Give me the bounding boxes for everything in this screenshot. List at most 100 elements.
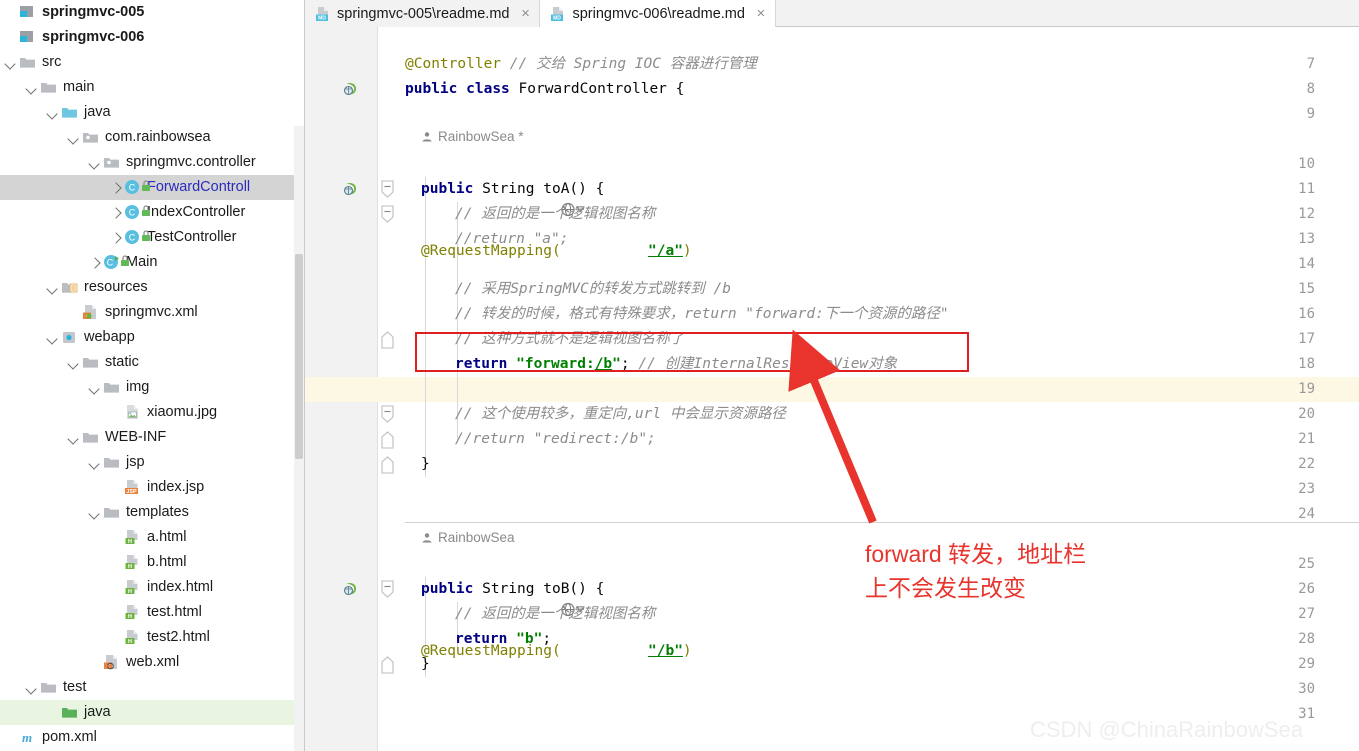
keyword-return: return bbox=[455, 356, 508, 372]
fold-collapse-icon[interactable] bbox=[381, 580, 394, 599]
tree-item-resources[interactable]: resources bbox=[0, 275, 304, 300]
fold-collapse-icon[interactable] bbox=[381, 405, 394, 424]
spring-mapping-icon[interactable] bbox=[343, 181, 359, 197]
chevron-right-icon[interactable] bbox=[88, 256, 101, 269]
svg-text:H: H bbox=[128, 639, 132, 645]
fold-end-icon[interactable] bbox=[381, 455, 394, 474]
close-icon[interactable]: × bbox=[755, 6, 767, 21]
chevron-right-icon[interactable] bbox=[109, 181, 122, 194]
code-line-22: } bbox=[421, 456, 430, 472]
keyword-class: class bbox=[466, 81, 510, 97]
tree-item-index-jsp[interactable]: JSP index.jsp bbox=[0, 475, 304, 500]
fold-collapse-icon[interactable] bbox=[381, 180, 394, 199]
editor-tab-bar[interactable]: MD springmvc-005\readme.md × MD springmvc-00… bbox=[305, 0, 1359, 27]
chevron-down-icon[interactable] bbox=[88, 156, 101, 169]
chevron-down-icon[interactable] bbox=[88, 506, 101, 519]
chevron-placeholder bbox=[109, 606, 122, 619]
markdown-icon: MD bbox=[315, 6, 331, 22]
chevron-down-icon[interactable] bbox=[67, 431, 80, 444]
fold-collapse-icon[interactable] bbox=[381, 205, 394, 224]
chevron-down-icon[interactable] bbox=[67, 356, 80, 369]
chevron-down-icon[interactable] bbox=[4, 56, 17, 69]
folder-grey-icon bbox=[103, 504, 121, 521]
tree-item-label: com.rainbowsea bbox=[105, 129, 211, 145]
web-xml-icon: < bbox=[103, 654, 121, 671]
tree-item-img[interactable]: img bbox=[0, 375, 304, 400]
tree-item-java[interactable]: java bbox=[0, 100, 304, 125]
tree-item-static[interactable]: static bbox=[0, 350, 304, 375]
tree-item-jsp[interactable]: jsp bbox=[0, 450, 304, 475]
module-icon bbox=[19, 29, 37, 46]
spring-mapping-icon[interactable] bbox=[343, 581, 359, 597]
tree-item-springmvc-006[interactable]: springmvc-006 bbox=[0, 25, 304, 50]
code-line-12: // 返回的是一个逻辑视图名称 bbox=[455, 206, 656, 222]
tree-item-test[interactable]: test bbox=[0, 675, 304, 700]
project-tree-list[interactable]: springmvc-005 springmvc-006 src main java com… bbox=[0, 0, 304, 750]
tree-item-com-rainbowsea[interactable]: com.rainbowsea bbox=[0, 125, 304, 150]
fold-end-icon[interactable] bbox=[381, 655, 394, 674]
keyword-public: public bbox=[421, 581, 474, 597]
tree-item-web-xml[interactable]: < web.xml bbox=[0, 650, 304, 675]
sidebar-scrollbar-track[interactable] bbox=[294, 126, 304, 751]
chevron-down-icon[interactable] bbox=[25, 81, 38, 94]
code-text-area[interactable]: @Controller // 交给 Spring IOC 容器进行管理 publ… bbox=[405, 27, 1359, 751]
tree-item-springmvc-xml[interactable]: < springmvc.xml bbox=[0, 300, 304, 325]
tree-item-index-html[interactable]: Hindex.html bbox=[0, 575, 304, 600]
chevron-down-icon[interactable] bbox=[46, 331, 59, 344]
tree-item-springmvc-005[interactable]: springmvc-005 bbox=[0, 0, 304, 25]
html-file-icon: H bbox=[124, 604, 142, 621]
chevron-right-icon[interactable] bbox=[109, 206, 122, 219]
editor-tab-2[interactable]: MD springmvc-006\readme.md × bbox=[540, 0, 776, 27]
tree-item-label: web.xml bbox=[126, 654, 180, 670]
fold-end-icon[interactable] bbox=[381, 430, 394, 449]
tree-item-label: templates bbox=[126, 504, 189, 520]
chevron-down-icon[interactable] bbox=[88, 456, 101, 469]
svg-text:m: m bbox=[22, 730, 32, 745]
close-icon[interactable]: × bbox=[519, 6, 531, 21]
annotation-label: forward 转发，地址栏 上不会发生改变 bbox=[865, 541, 1087, 601]
fold-end-icon[interactable] bbox=[381, 330, 394, 349]
tree-item-label: b.html bbox=[147, 554, 187, 570]
editor-tab-1[interactable]: MD springmvc-005\readme.md × bbox=[305, 0, 541, 27]
chevron-down-icon[interactable] bbox=[67, 131, 80, 144]
tree-item-templates[interactable]: templates bbox=[0, 500, 304, 525]
chevron-down-icon[interactable] bbox=[46, 281, 59, 294]
spring-bean-icon[interactable] bbox=[343, 81, 359, 97]
tree-item-test2-html[interactable]: Htest2.html bbox=[0, 625, 304, 650]
tree-item-a-html[interactable]: Ha.html bbox=[0, 525, 304, 550]
svg-text:C: C bbox=[129, 208, 136, 218]
code-line-18: return "forward:/b"; // 创建InternalResour… bbox=[455, 352, 897, 377]
chevron-down-icon[interactable] bbox=[25, 681, 38, 694]
tree-item-forwardcontroll[interactable]: C ForwardControll bbox=[0, 175, 304, 200]
project-tree-panel[interactable]: springmvc-005 springmvc-006 src main java com… bbox=[0, 0, 305, 751]
tree-item-main[interactable]: C Main bbox=[0, 250, 304, 275]
chevron-down-icon[interactable] bbox=[46, 106, 59, 119]
editor-body[interactable]: 7 8 9 10 11 12 13 14 15 16 17 18 19 20 21 22 23 24 25 26 27 2… bbox=[305, 27, 1359, 751]
tree-item-label: src bbox=[42, 54, 62, 70]
tree-item-web-inf[interactable]: WEB-INF bbox=[0, 425, 304, 450]
folder-resources-icon bbox=[61, 279, 79, 296]
tree-item-springmvc-controller[interactable]: springmvc.controller bbox=[0, 150, 304, 175]
tree-item-test-html[interactable]: Htest.html bbox=[0, 600, 304, 625]
chevron-placeholder bbox=[109, 481, 122, 494]
tree-item-label: IndexController bbox=[147, 204, 246, 220]
tree-item-main[interactable]: main bbox=[0, 75, 304, 100]
tree-item-testcontroller[interactable]: C TestController bbox=[0, 225, 304, 250]
tree-item-xiaomu-jpg[interactable]: xiaomu.jpg bbox=[0, 400, 304, 425]
tree-item-indexcontroller[interactable]: C IndexController bbox=[0, 200, 304, 225]
tree-item-label: webapp bbox=[84, 329, 135, 345]
chevron-placeholder bbox=[109, 581, 122, 594]
chevron-right-icon[interactable] bbox=[109, 231, 122, 244]
folder-grey-icon bbox=[19, 54, 37, 71]
tree-item-b-html[interactable]: Hb.html bbox=[0, 550, 304, 575]
chevron-down-icon[interactable] bbox=[88, 381, 101, 394]
forward-target-url: /b bbox=[594, 356, 613, 372]
svg-text:H: H bbox=[128, 564, 132, 570]
annotation-controller: @Controller bbox=[405, 56, 502, 72]
tree-item-src[interactable]: src bbox=[0, 50, 304, 75]
html-file-icon: H bbox=[124, 529, 142, 546]
sidebar-scrollbar-thumb[interactable] bbox=[295, 254, 303, 459]
tree-item-java[interactable]: java bbox=[0, 700, 304, 725]
tree-item-webapp[interactable]: webapp bbox=[0, 325, 304, 350]
tree-item-pom-xml[interactable]: m pom.xml bbox=[0, 725, 304, 750]
